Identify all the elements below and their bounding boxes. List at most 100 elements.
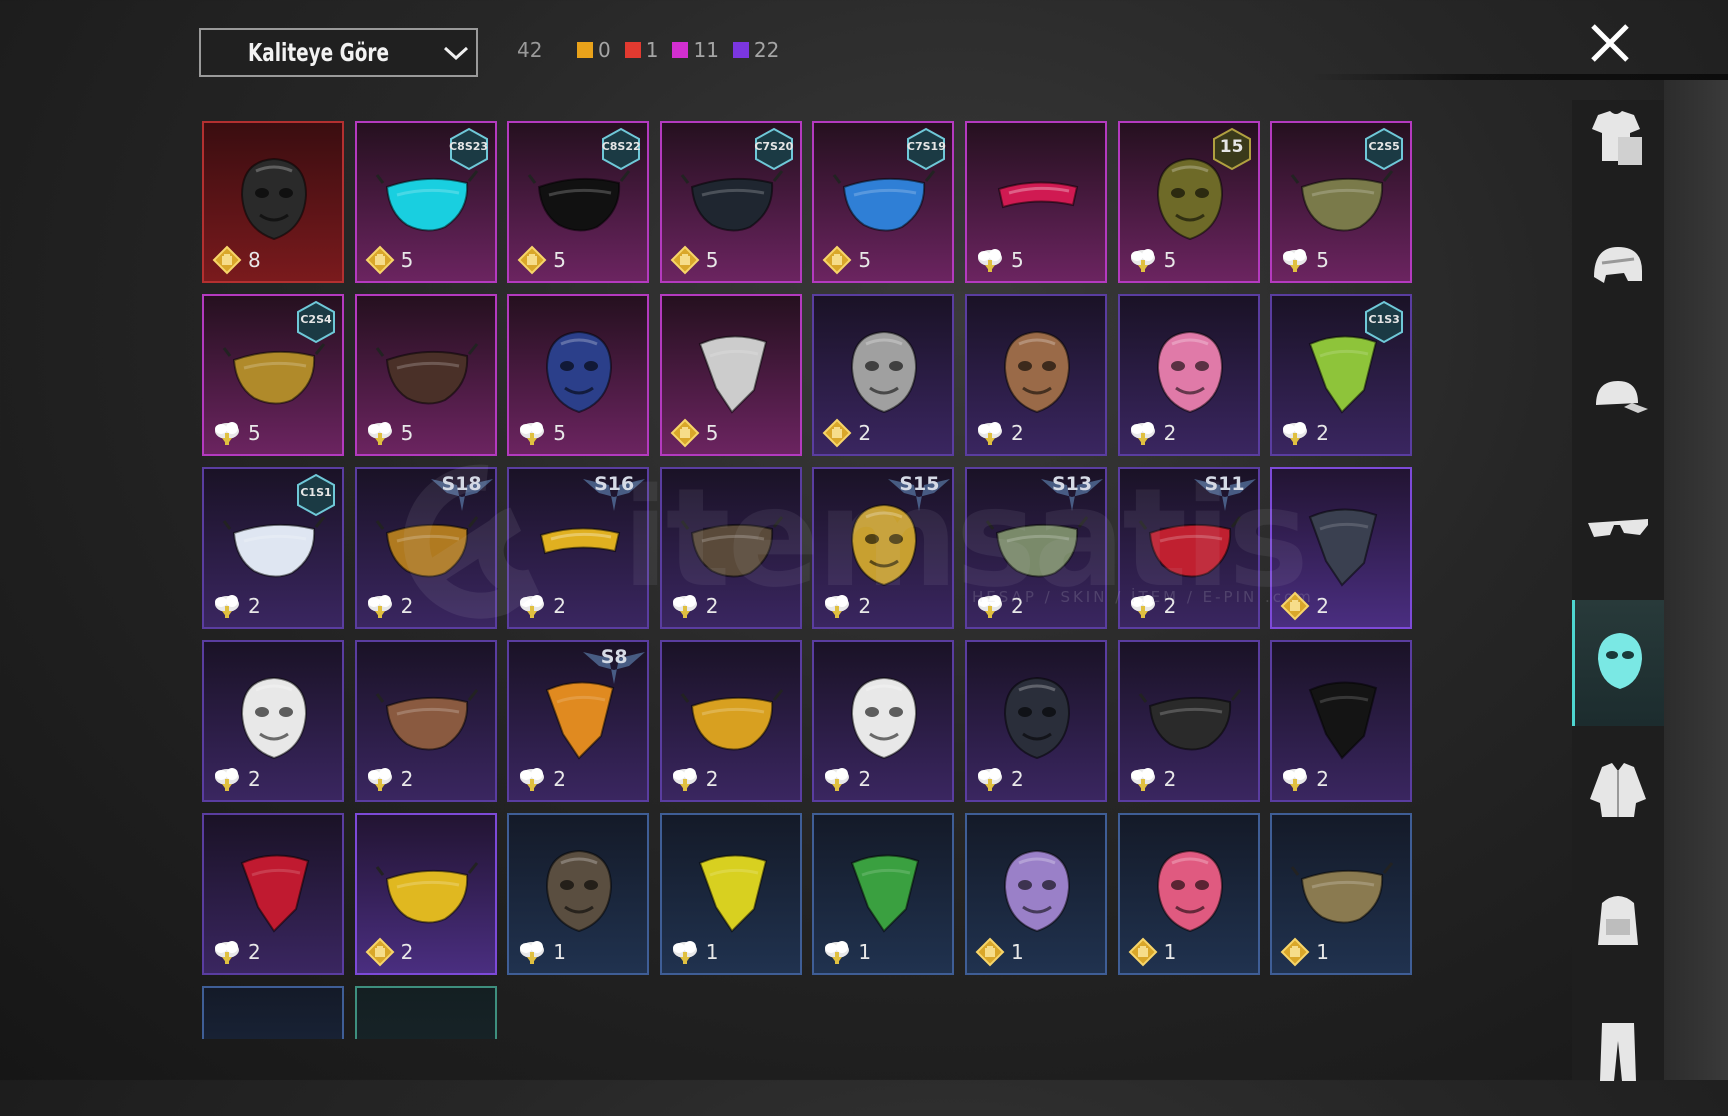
inventory-item-card[interactable]: C7S19 5 (812, 121, 955, 283)
inventory-item-card[interactable]: 2 (354, 640, 497, 802)
season-rank-badge: S15 (884, 471, 952, 515)
inventory-item-card[interactable]: 1 (965, 813, 1107, 975)
inventory-item-card[interactable]: 2 (965, 640, 1107, 802)
inventory-item-card[interactable]: 2 (1117, 294, 1260, 456)
silver-coin-icon (517, 937, 547, 967)
inventory-item-card[interactable]: 2 (812, 294, 955, 456)
inventory-item-card[interactable]: S11 2 (1117, 467, 1260, 629)
inventory-item-card[interactable]: S8 2 (507, 640, 650, 802)
inventory-item-card[interactable]: C1S3 2 (1270, 294, 1413, 456)
item-value-number: 1 (705, 940, 719, 964)
inventory-item-card[interactable]: 15 5 (1117, 121, 1260, 283)
quality-count: 1 (624, 38, 658, 62)
item-value-number: 5 (400, 248, 414, 272)
inventory-item-card[interactable]: 2 (659, 467, 802, 629)
inventory-item-card[interactable]: 2 (202, 640, 344, 802)
inventory-item-card[interactable]: 2 (1270, 640, 1413, 802)
dark-bandana-icon (1290, 499, 1394, 591)
dino-mask-icon (1138, 326, 1242, 418)
inventory-item-card[interactable]: 2 (202, 813, 344, 975)
item-value-number: 2 (553, 767, 566, 791)
season-badge-label: C7S19 (906, 140, 946, 153)
outfit-tab[interactable] (1572, 80, 1664, 206)
inventory-item-card[interactable]: 8 (202, 121, 344, 283)
close-icon[interactable] (1585, 18, 1635, 68)
inventory-item-card[interactable]: 2 (812, 640, 955, 802)
item-value-number: 2 (1316, 767, 1329, 791)
inventory-item-card[interactable]: 5 (354, 294, 497, 456)
item-value-number: 2 (248, 940, 261, 964)
item-value: 1 (1128, 937, 1176, 967)
item-value-number: 2 (705, 767, 719, 791)
pants-tab[interactable] (1572, 990, 1664, 1116)
inventory-item-card[interactable]: C2S5 5 (1270, 121, 1413, 283)
item-value: 1 (822, 937, 871, 967)
item-value-number: 5 (1011, 248, 1024, 272)
item-value-number: 2 (858, 421, 872, 445)
inventory-item-card[interactable]: 1 (1270, 813, 1413, 975)
silver-coin-icon (212, 764, 242, 794)
inventory-item-card[interactable]: C8S22 5 (507, 121, 650, 283)
inventory-item-card[interactable]: S13 2 (965, 467, 1107, 629)
item-value: 2 (1280, 418, 1329, 448)
inventory-item-card[interactable]: S18 2 (354, 467, 497, 629)
pants-icon (1584, 1017, 1652, 1089)
leather-mask-icon (375, 672, 479, 764)
backpack-tab[interactable] (1572, 860, 1664, 986)
inventory-item-card[interactable] (202, 986, 344, 1039)
inventory-item-card[interactable]: 2 (1270, 467, 1413, 629)
hat-tab[interactable] (1572, 340, 1664, 466)
item-value: 2 (822, 418, 871, 448)
gold-coin-icon (670, 245, 700, 275)
inventory-item-card[interactable] (354, 986, 497, 1039)
inventory-item-card[interactable]: 2 (1117, 640, 1260, 802)
inventory-item-card[interactable]: 1 (659, 813, 802, 975)
inventory-item-card[interactable]: 5 (507, 294, 650, 456)
inventory-item-card[interactable]: 5 (659, 294, 802, 456)
season-badge: 15 (1212, 127, 1252, 171)
inventory-item-card[interactable]: 1 (507, 813, 650, 975)
inventory-item-card[interactable]: C1S1 2 (202, 467, 344, 629)
studded-mask-icon (680, 672, 784, 764)
glasses-icon (1584, 497, 1652, 569)
inventory-item-card[interactable]: 2 (659, 640, 802, 802)
silver-coin-icon (822, 764, 852, 794)
item-value-number: 2 (553, 594, 566, 618)
season-rank-label: S11 (1204, 473, 1245, 495)
mask-icon (1586, 627, 1654, 699)
ninja-mask-icon (680, 499, 784, 591)
inventory-item-card[interactable]: C7S20 5 (659, 121, 802, 283)
inventory-item-card[interactable]: C2S4 5 (202, 294, 344, 456)
silver-coin-icon (1280, 764, 1310, 794)
item-value: 2 (1128, 418, 1176, 448)
silver-coin-icon (670, 591, 700, 621)
item-value-number: 2 (1316, 421, 1329, 445)
item-value-number: 5 (1163, 248, 1177, 272)
inventory-item-card[interactable]: 5 (965, 121, 1107, 283)
inventory-item-card[interactable]: C8S23 5 (354, 121, 497, 283)
item-value: 2 (822, 764, 871, 794)
inventory-item-card[interactable]: 1 (812, 813, 955, 975)
inventory-item-card[interactable]: 2 (354, 813, 497, 975)
item-value: 2 (1128, 591, 1176, 621)
season-rank-badge: S8 (579, 644, 647, 688)
inventory-item-card[interactable]: 2 (965, 294, 1107, 456)
jacket-tab[interactable] (1572, 730, 1664, 856)
mask-tab[interactable] (1572, 600, 1664, 726)
item-value: 5 (975, 245, 1024, 275)
jacket-icon (1584, 757, 1652, 829)
sort-dropdown[interactable]: Kaliteye Göre (199, 28, 478, 77)
gold-coin-icon (670, 418, 700, 448)
hockey-mask-icon (832, 326, 936, 418)
inventory-item-card[interactable]: S15 2 (812, 467, 955, 629)
item-value-number: 1 (1011, 940, 1024, 964)
silver-coin-icon (670, 937, 700, 967)
inventory-item-card[interactable]: 1 (1117, 813, 1260, 975)
helmet-tab[interactable] (1572, 210, 1664, 336)
item-grid: 8 C8S23 5 C8S22 5 C7S20 5 C7S19 5 5 15 5 C2S5 5 C2S4 5 5… (202, 121, 1414, 1039)
item-value: 2 (517, 764, 566, 794)
inventory-item-card[interactable]: S16 2 (507, 467, 650, 629)
silver-coin-icon (517, 418, 547, 448)
silver-coin-icon (975, 245, 1005, 275)
glasses-tab[interactable] (1572, 470, 1664, 596)
